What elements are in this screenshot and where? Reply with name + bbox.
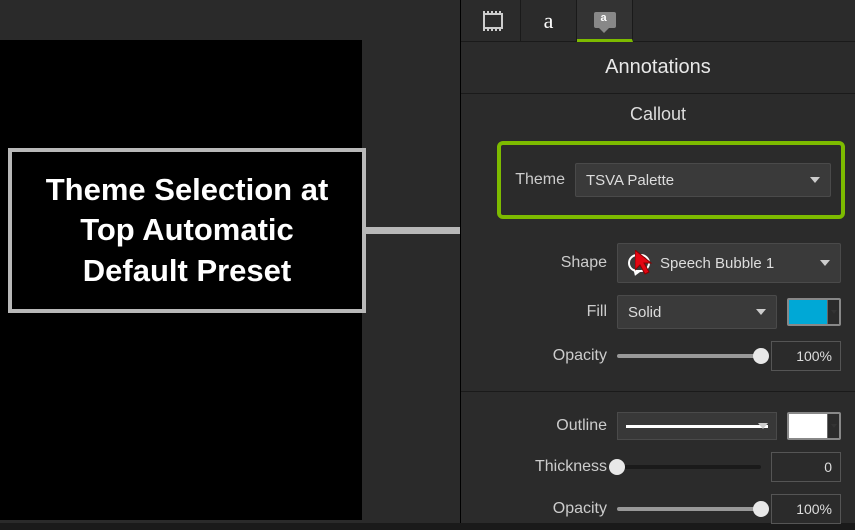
theme-dropdown[interactable]: TSVA Palette [575,163,831,197]
thickness-value[interactable]: 0 [771,452,841,482]
canvas-content[interactable]: Theme Selection at Top Automatic Default… [0,40,362,520]
tab-annotations[interactable]: a [577,0,633,42]
theme-highlight-box: Theme TSVA Palette [497,141,845,219]
fill-dropdown[interactable]: Solid [617,295,777,329]
theme-label: Theme [501,171,565,189]
outline-row: Outline [497,406,855,446]
section-title: Callout [461,93,855,135]
tab-text[interactable]: a [521,0,577,42]
fill-value: Solid [628,304,661,321]
outline-color-swatch[interactable] [787,412,841,440]
outline-style-dropdown[interactable] [617,412,777,440]
outline-label: Outline [497,417,607,435]
chevron-down-icon [827,414,839,438]
annotation-icon: a [594,12,616,28]
chevron-down-icon [756,309,766,315]
speech-bubble-icon [628,254,650,272]
shape-label: Shape [497,254,607,272]
outline-opacity-row: Opacity 100% [497,488,855,530]
fill-opacity-slider[interactable] [617,354,761,358]
fill-opacity-label: Opacity [497,347,607,365]
fill-color [789,300,827,324]
outline-opacity-label: Opacity [497,500,607,518]
fill-color-swatch[interactable] [787,298,841,326]
shape-value: Speech Bubble 1 [660,255,774,272]
fill-row: Fill Solid [497,289,855,335]
thickness-slider[interactable] [617,465,761,469]
chevron-down-icon [810,177,820,183]
film-icon [483,13,503,29]
callout-text[interactable]: Theme Selection at Top Automatic Default… [24,170,350,291]
theme-value: TSVA Palette [586,172,674,189]
fill-opacity-row: Opacity 100% [497,335,855,377]
chevron-down-icon [820,260,830,266]
chevron-down-icon [827,300,839,324]
thickness-label: Thickness [497,458,607,476]
text-glyph: a [544,8,554,34]
shape-dropdown[interactable]: Speech Bubble 1 [617,243,841,283]
thickness-row: Thickness 0 [497,446,855,488]
outline-opacity-value[interactable]: 100% [771,494,841,524]
fill-label: Fill [497,303,607,321]
properties-tabs: a a [461,0,855,42]
tab-media[interactable] [465,0,521,42]
divider [461,391,855,392]
chevron-down-icon [758,423,768,429]
outline-color [789,414,827,438]
properties-panel: a a Annotations Callout Theme TSVA Palet… [460,0,855,523]
shape-row: Shape Speech Bubble 1 [497,237,855,289]
outline-opacity-slider[interactable] [617,507,761,511]
fill-opacity-value[interactable]: 100% [771,341,841,371]
outline-preview-line [626,425,768,428]
canvas-area[interactable]: Theme Selection at Top Automatic Default… [0,0,460,523]
callout-box[interactable]: Theme Selection at Top Automatic Default… [8,148,366,313]
panel-title: Annotations [461,42,855,93]
